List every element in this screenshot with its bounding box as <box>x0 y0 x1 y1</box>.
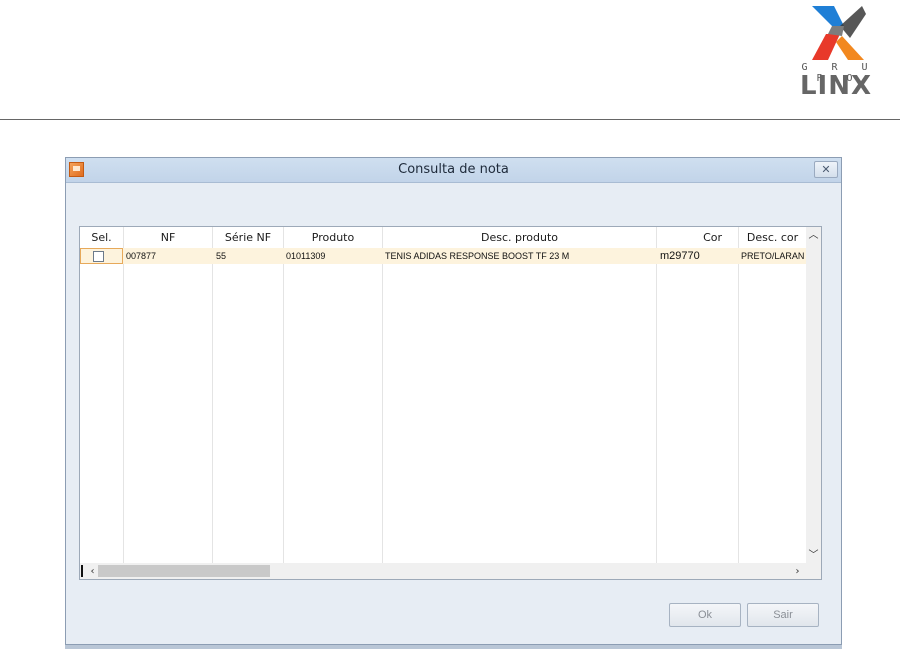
dialog-bottom-edge <box>65 645 842 649</box>
horizontal-scrollbar[interactable]: ‹ › <box>80 563 806 579</box>
cell-cor: m29770 <box>660 250 700 262</box>
column-header-desc-produto[interactable]: Desc. produto <box>383 227 656 248</box>
column-divider <box>123 227 124 563</box>
grid-header: Sel. NF Série NF Produto Desc. produto C… <box>80 227 806 249</box>
column-header-serie-nf[interactable]: Série NF <box>213 227 283 248</box>
row-sel-cell <box>80 248 123 264</box>
column-header-sel[interactable]: Sel. <box>80 227 123 248</box>
column-divider <box>382 227 383 563</box>
column-divider <box>212 227 213 563</box>
column-divider <box>656 227 657 563</box>
ok-button[interactable]: Ok <box>669 603 741 627</box>
column-divider <box>738 227 739 563</box>
grupo-linx-logo: G R U P O LINX <box>790 4 882 101</box>
dialog-titlebar: Consulta de nota ✕ <box>66 158 841 183</box>
cell-desc-cor: PRETO/LARAN <box>741 251 805 261</box>
column-header-produto[interactable]: Produto <box>284 227 382 248</box>
cell-desc-produto: TENIS ADIDAS RESPONSE BOOST TF 23 M <box>385 251 570 261</box>
chevron-down-icon[interactable]: ﹀ <box>806 548 821 563</box>
cell-serie-nf: 55 <box>216 251 227 261</box>
vertical-scrollbar[interactable]: ︿ ﹀ <box>806 227 821 563</box>
column-header-nf[interactable]: NF <box>124 227 212 248</box>
column-header-desc-cor[interactable]: Desc. cor <box>739 227 806 248</box>
horizontal-scroll-thumb[interactable] <box>98 565 270 577</box>
scroll-corner <box>806 563 821 579</box>
column-divider <box>283 227 284 563</box>
scroll-edge-marker <box>81 565 83 577</box>
cell-nf: 007877 <box>126 251 157 261</box>
chevron-right-icon[interactable]: › <box>790 564 805 579</box>
dialog-title: Consulta de nota <box>398 162 509 177</box>
header-divider <box>0 119 900 120</box>
linx-logo-mark-icon <box>812 6 866 60</box>
row-select-checkbox[interactable] <box>93 251 104 262</box>
table-row[interactable]: 007877 55 01011309 TENIS ADIDAS RESPONSE… <box>80 248 806 264</box>
close-button[interactable]: ✕ <box>814 161 838 178</box>
notes-grid[interactable]: Sel. NF Série NF Produto Desc. produto C… <box>79 226 822 580</box>
logo-linx-text: LINX <box>799 71 873 101</box>
column-header-cor[interactable]: Cor <box>657 227 738 248</box>
chevron-up-icon[interactable]: ︿ <box>806 228 821 243</box>
sair-button[interactable]: Sair <box>747 603 819 627</box>
close-icon: ✕ <box>821 163 831 176</box>
cell-produto: 01011309 <box>286 251 326 261</box>
consulta-nota-dialog: Consulta de nota ✕ Sel. NF Série NF Prod… <box>65 157 842 645</box>
